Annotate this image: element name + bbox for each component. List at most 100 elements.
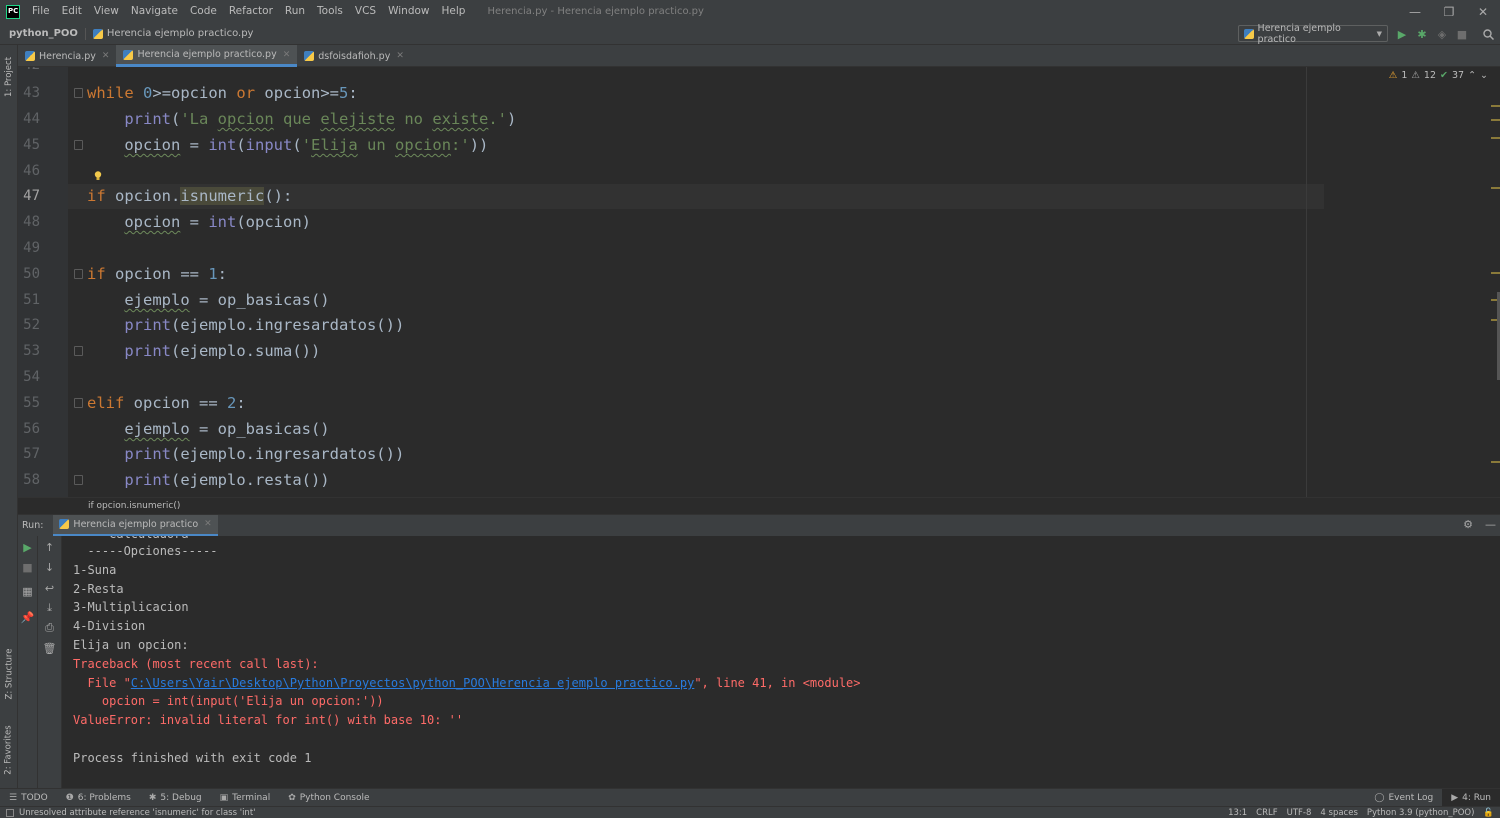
chevron-down-icon: ▼: [1376, 29, 1382, 38]
search-everywhere-button[interactable]: [1480, 26, 1496, 42]
stop-button[interactable]: ■: [1454, 26, 1470, 42]
close-tab-icon[interactable]: ✕: [396, 51, 404, 61]
editor-gutter[interactable]: 42 43 44 45 46 47 48 49 50 51 52 53 54 5…: [18, 67, 68, 497]
fold-marker[interactable]: [74, 475, 83, 485]
structure-tool-tab[interactable]: Z: Structure: [1, 641, 17, 707]
close-tab-icon[interactable]: ✕: [283, 50, 291, 60]
error-stripe-mark[interactable]: [1491, 137, 1500, 139]
layout-button[interactable]: ▦: [18, 583, 37, 599]
fold-marker[interactable]: [74, 398, 83, 408]
menu-vcs[interactable]: VCS: [349, 0, 382, 23]
rerun-button[interactable]: ▶: [18, 539, 37, 555]
pycharm-logo-icon: PC: [6, 4, 20, 19]
line-separator[interactable]: CRLF: [1256, 808, 1277, 818]
status-message[interactable]: Unresolved attribute reference 'isnumeri…: [6, 808, 256, 818]
chevron-up-icon[interactable]: ⌃: [1468, 70, 1476, 81]
close-window-button[interactable]: ✕: [1466, 0, 1500, 23]
error-stripe-mark[interactable]: [1491, 461, 1500, 463]
debug-button[interactable]: ✱: [1414, 26, 1430, 42]
python-interpreter[interactable]: Python 3.9 (python_POO): [1367, 808, 1475, 818]
indent-setting[interactable]: 4 spaces: [1320, 808, 1357, 818]
console-line: 3-Multiplicacion: [73, 600, 189, 614]
run-console[interactable]: -Calculadora- -----Opciones----- 1-Suna …: [62, 536, 1500, 788]
status-widgets: 13:1 CRLF UTF-8 4 spaces Python 3.9 (pyt…: [1228, 807, 1494, 818]
arrow-down-icon[interactable]: ↓: [38, 559, 61, 575]
menu-window[interactable]: Window: [382, 0, 435, 23]
python-console-tool-tab[interactable]: ✿ Python Console: [279, 789, 378, 807]
menu-run[interactable]: Run: [279, 0, 311, 23]
console-error-line: opcion = int(input('Elija un opcion:')): [73, 694, 384, 708]
minimize-panel-icon[interactable]: —: [1485, 518, 1496, 531]
menu-edit[interactable]: Edit: [56, 0, 88, 23]
error-stripe-mark[interactable]: [1491, 272, 1500, 274]
editor-tab-dsfoisdafioh[interactable]: dsfoisdafioh.py ✕: [297, 45, 411, 67]
line-number: 51: [23, 292, 40, 308]
breadcrumb-project[interactable]: python_POO: [0, 28, 78, 39]
warning-icon: ⚠: [1388, 70, 1398, 81]
code-line-47: if opcion.isnumeric():: [87, 187, 293, 205]
python-file-icon: [123, 49, 134, 60]
project-tool-tab[interactable]: 1: Project: [1, 49, 17, 105]
intention-bulb-icon[interactable]: [94, 171, 102, 181]
event-log-tool-tab[interactable]: ◯ Event Log: [1365, 789, 1442, 807]
fold-marker[interactable]: [74, 269, 83, 279]
gear-icon[interactable]: ⚙: [1463, 518, 1473, 531]
menu-view[interactable]: View: [88, 0, 125, 23]
file-encoding[interactable]: UTF-8: [1287, 808, 1312, 818]
close-tab-icon[interactable]: ✕: [102, 51, 110, 61]
code-breadcrumb[interactable]: if opcion.isnumeric(): [18, 497, 1500, 514]
pin-tab-icon[interactable]: 📌: [18, 609, 37, 625]
trash-icon[interactable]: 🗑: [38, 640, 61, 656]
coverage-button[interactable]: ◈: [1434, 26, 1450, 42]
traceback-file-link[interactable]: C:\Users\Yair\Desktop\Python\Proyectos\p…: [131, 676, 695, 690]
typo-count: 37: [1451, 70, 1465, 81]
fold-marker[interactable]: [74, 88, 83, 98]
debug-tool-tab[interactable]: ✱ 5: Debug: [140, 789, 211, 807]
run-configuration-dropdown[interactable]: Herencia ejemplo practico ▼: [1238, 22, 1388, 45]
line-number: 58: [23, 472, 40, 488]
editor-scrollbar[interactable]: [1490, 67, 1500, 497]
menu-code[interactable]: Code: [184, 0, 223, 23]
code-editor[interactable]: 42 43 44 45 46 47 48 49 50 51 52 53 54 5…: [18, 67, 1500, 497]
editor-tab-herencia-ejemplo[interactable]: Herencia ejemplo practico.py ✕: [116, 45, 298, 67]
breadcrumb-file[interactable]: Herencia ejemplo practico.py: [92, 28, 253, 39]
problems-tool-tab[interactable]: ❶ 6: Problems: [57, 789, 140, 807]
caret-position[interactable]: 13:1: [1228, 808, 1247, 818]
line-number: 54: [23, 369, 40, 385]
run-tool-tab[interactable]: ▶ 4: Run: [1442, 789, 1500, 807]
error-stripe-mark[interactable]: [1491, 119, 1500, 121]
chevron-down-icon[interactable]: ⌄: [1480, 70, 1488, 81]
restore-button[interactable]: ❐: [1432, 0, 1466, 23]
soft-wrap-icon[interactable]: ↩: [38, 580, 61, 596]
error-stripe-mark[interactable]: [1491, 187, 1500, 189]
error-stripe-mark[interactable]: [1491, 105, 1500, 107]
menu-file[interactable]: File: [26, 0, 56, 23]
editor-tab-herencia[interactable]: Herencia.py ✕: [18, 45, 116, 67]
print-icon[interactable]: ⎙: [38, 620, 61, 636]
weak-warning-count: 12: [1423, 70, 1436, 81]
code-line-56: ejemplo = op_basicas(): [124, 420, 330, 438]
run-tab[interactable]: Herencia ejemplo practico ✕: [53, 514, 218, 537]
arrow-up-icon[interactable]: ↑: [38, 539, 61, 555]
close-tab-icon[interactable]: ✕: [204, 519, 212, 529]
menu-refactor[interactable]: Refactor: [223, 0, 279, 23]
favorites-tool-tab[interactable]: 2: Favorites: [1, 717, 17, 783]
menu-help[interactable]: Help: [436, 0, 472, 23]
run-button[interactable]: ▶: [1394, 26, 1410, 42]
fold-marker[interactable]: [74, 346, 83, 356]
fold-marker[interactable]: [74, 140, 83, 150]
run-tab-label: Herencia ejemplo practico: [73, 518, 199, 530]
stop-run-button[interactable]: ■: [18, 559, 37, 575]
scroll-to-end-icon[interactable]: ⤓: [38, 600, 61, 616]
menu-tools[interactable]: Tools: [311, 0, 349, 23]
line-number: 52: [23, 317, 40, 333]
todo-tool-tab[interactable]: ☰ TODO: [0, 789, 57, 807]
minimize-button[interactable]: —: [1398, 0, 1432, 23]
terminal-tool-tab[interactable]: ▣ Terminal: [211, 789, 280, 807]
run-configuration-label: Herencia ejemplo practico: [1257, 22, 1341, 45]
lock-icon[interactable]: 🔓: [1483, 808, 1494, 818]
inspection-widget[interactable]: ⚠ 1 ⚠ 12 ✔ 37 ⌃ ⌄: [1389, 70, 1488, 81]
python-file-icon: [304, 51, 315, 61]
run-toolbar-secondary: ↑ ↓ ↩ ⤓ ⎙ 🗑: [38, 536, 62, 788]
menu-navigate[interactable]: Navigate: [125, 0, 184, 23]
